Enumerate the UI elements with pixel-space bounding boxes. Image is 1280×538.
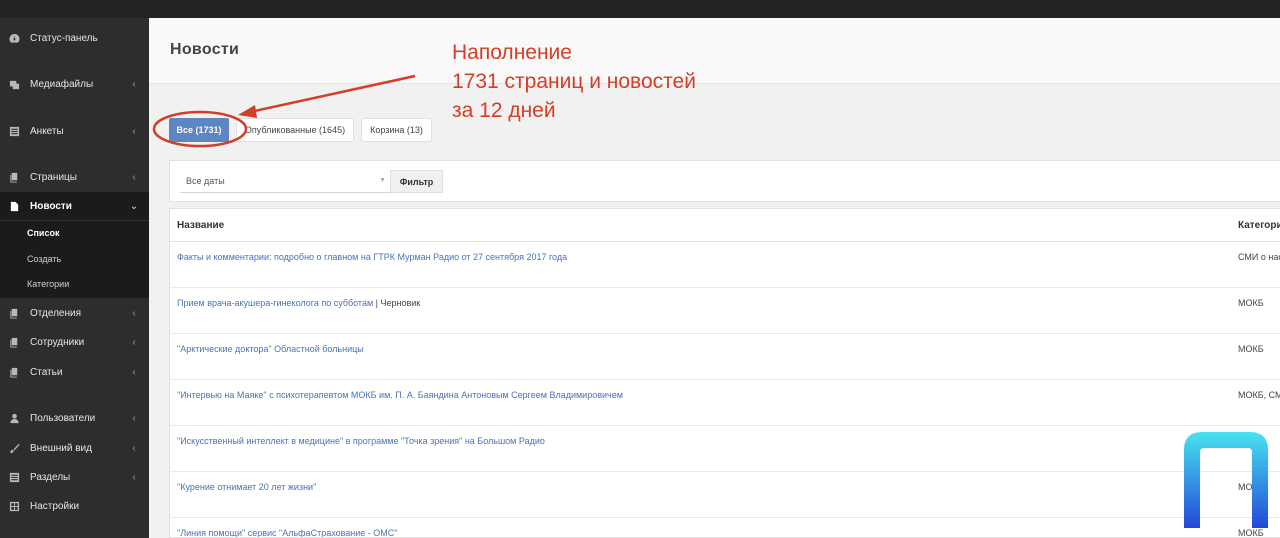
table-row: "Арктические доктора" Областной больницы… bbox=[170, 334, 1280, 380]
chevron-down-icon: ⌄ bbox=[129, 200, 139, 212]
news-submenu: Список Создать Категории bbox=[0, 221, 149, 298]
pages-icon bbox=[8, 336, 20, 348]
table-row: Прием врача-акушера-гинеколога по суббот… bbox=[170, 288, 1280, 334]
sidebar-item-users[interactable]: Пользователи ‹ bbox=[0, 404, 149, 432]
news-table: Название Категори Факты и комментарии: п… bbox=[169, 208, 1280, 538]
sidebar-item-staff[interactable]: Сотрудники ‹ bbox=[0, 328, 149, 356]
news-title-link[interactable]: "Курение отнимает 20 лет жизни" bbox=[177, 482, 316, 492]
table-row: "Линия помощи" сервис "АльфаСтрахование … bbox=[170, 518, 1280, 537]
table-row: "Интервью на Маяке" с психотерапевтом МО… bbox=[170, 380, 1280, 426]
table-row: "Искусственный интеллект в медицине" в п… bbox=[170, 426, 1280, 472]
column-header-title[interactable]: Название bbox=[177, 209, 224, 241]
pages-icon bbox=[8, 171, 20, 183]
column-header-category[interactable]: Категори bbox=[1238, 209, 1280, 241]
sidebar-item-news[interactable]: Новости ⌄ bbox=[0, 192, 149, 220]
news-category: МОКБ bbox=[1238, 344, 1264, 354]
chevron-left-icon: ‹ bbox=[132, 442, 136, 454]
submenu-item-categories[interactable]: Категории bbox=[27, 279, 69, 289]
annotation-text: Наполнение 1731 страниц и новостей за 12… bbox=[452, 38, 696, 125]
news-title-link[interactable]: Прием врача-акушера-гинеколога по суббот… bbox=[177, 298, 420, 308]
news-title-link[interactable]: Факты и комментарии: подробно о главном … bbox=[177, 252, 567, 262]
sidebar-item-departments[interactable]: Отделения ‹ bbox=[0, 299, 149, 327]
dashboard-icon bbox=[8, 32, 20, 44]
filter-button[interactable]: Фильтр bbox=[390, 170, 443, 193]
sidebar: Статус-панель Медиафайлы ‹ Анкеты ‹ Стра… bbox=[0, 18, 149, 538]
sidebar-item-dashboard[interactable]: Статус-панель bbox=[0, 24, 149, 52]
submenu-item-list[interactable]: Список bbox=[27, 228, 59, 238]
tab-trash[interactable]: Корзина (13) bbox=[361, 118, 432, 142]
chevron-left-icon: ‹ bbox=[132, 412, 136, 424]
tab-all[interactable]: Все (1731) bbox=[169, 118, 229, 142]
chevron-left-icon: ‹ bbox=[132, 336, 136, 348]
news-category: СМИ о нас bbox=[1238, 252, 1280, 262]
brush-icon bbox=[8, 442, 20, 454]
date-filter-value: Все даты bbox=[186, 176, 225, 186]
news-title-link[interactable]: "Искусственный интеллект в медицине" в п… bbox=[177, 436, 545, 446]
main-content: Новости Все (1731) Опубликованные (1645)… bbox=[149, 18, 1280, 538]
document-icon bbox=[8, 200, 20, 212]
page-title: Новости bbox=[170, 41, 240, 58]
news-category: МОКБ bbox=[1238, 298, 1264, 308]
sidebar-item-sections[interactable]: Разделы ‹ bbox=[0, 463, 149, 491]
pages-icon bbox=[8, 307, 20, 319]
chevron-left-icon: ‹ bbox=[132, 366, 136, 378]
news-title-link[interactable]: "Интервью на Маяке" с психотерапевтом МО… bbox=[177, 390, 623, 400]
sidebar-item-media[interactable]: Медиафайлы ‹ bbox=[0, 70, 149, 98]
news-title-link[interactable]: "Арктические доктора" Областной больницы bbox=[177, 344, 364, 354]
tab-published[interactable]: Опубликованные (1645) bbox=[236, 118, 354, 142]
annotation-line: Наполнение bbox=[452, 41, 572, 64]
caret-down-icon: ▼ bbox=[379, 177, 386, 184]
settings-icon bbox=[8, 500, 20, 512]
chevron-left-icon: ‹ bbox=[132, 78, 136, 90]
news-title-link[interactable]: "Линия помощи" сервис "АльфаСтрахование … bbox=[177, 528, 397, 537]
sidebar-item-articles[interactable]: Статьи ‹ bbox=[0, 358, 149, 386]
sidebar-item-forms[interactable]: Анкеты ‹ bbox=[0, 117, 149, 145]
chevron-left-icon: ‹ bbox=[132, 471, 136, 483]
table-row: "Курение отнимает 20 лет жизни" МО bbox=[170, 472, 1280, 518]
top-bar bbox=[0, 0, 1280, 18]
sidebar-item-settings[interactable]: Настройки bbox=[0, 492, 149, 520]
page-header: Новости bbox=[149, 18, 1280, 84]
annotation-line: 1731 страниц и новостей bbox=[452, 70, 696, 93]
submenu-item-create[interactable]: Создать bbox=[27, 254, 61, 264]
annotation-line: за 12 дней bbox=[452, 99, 556, 122]
chevron-left-icon: ‹ bbox=[132, 171, 136, 183]
chevron-left-icon: ‹ bbox=[132, 125, 136, 137]
media-icon bbox=[8, 78, 20, 90]
pages-icon bbox=[8, 366, 20, 378]
news-category: МОКБ, СМ bbox=[1238, 390, 1280, 400]
list-icon bbox=[8, 471, 20, 483]
user-icon bbox=[8, 412, 20, 424]
table-row: Факты и комментарии: подробно о главном … bbox=[170, 242, 1280, 288]
chevron-left-icon: ‹ bbox=[132, 307, 136, 319]
brand-logo bbox=[1184, 432, 1268, 528]
filter-panel: Все даты ▼ Фильтр bbox=[169, 160, 1280, 202]
draft-status: | Черновик bbox=[373, 298, 421, 308]
sidebar-item-pages[interactable]: Страницы ‹ bbox=[0, 163, 149, 191]
date-filter-select[interactable]: Все даты ▼ bbox=[180, 170, 390, 193]
sidebar-item-appearance[interactable]: Внешний вид ‹ bbox=[0, 434, 149, 462]
list-icon bbox=[8, 125, 20, 137]
